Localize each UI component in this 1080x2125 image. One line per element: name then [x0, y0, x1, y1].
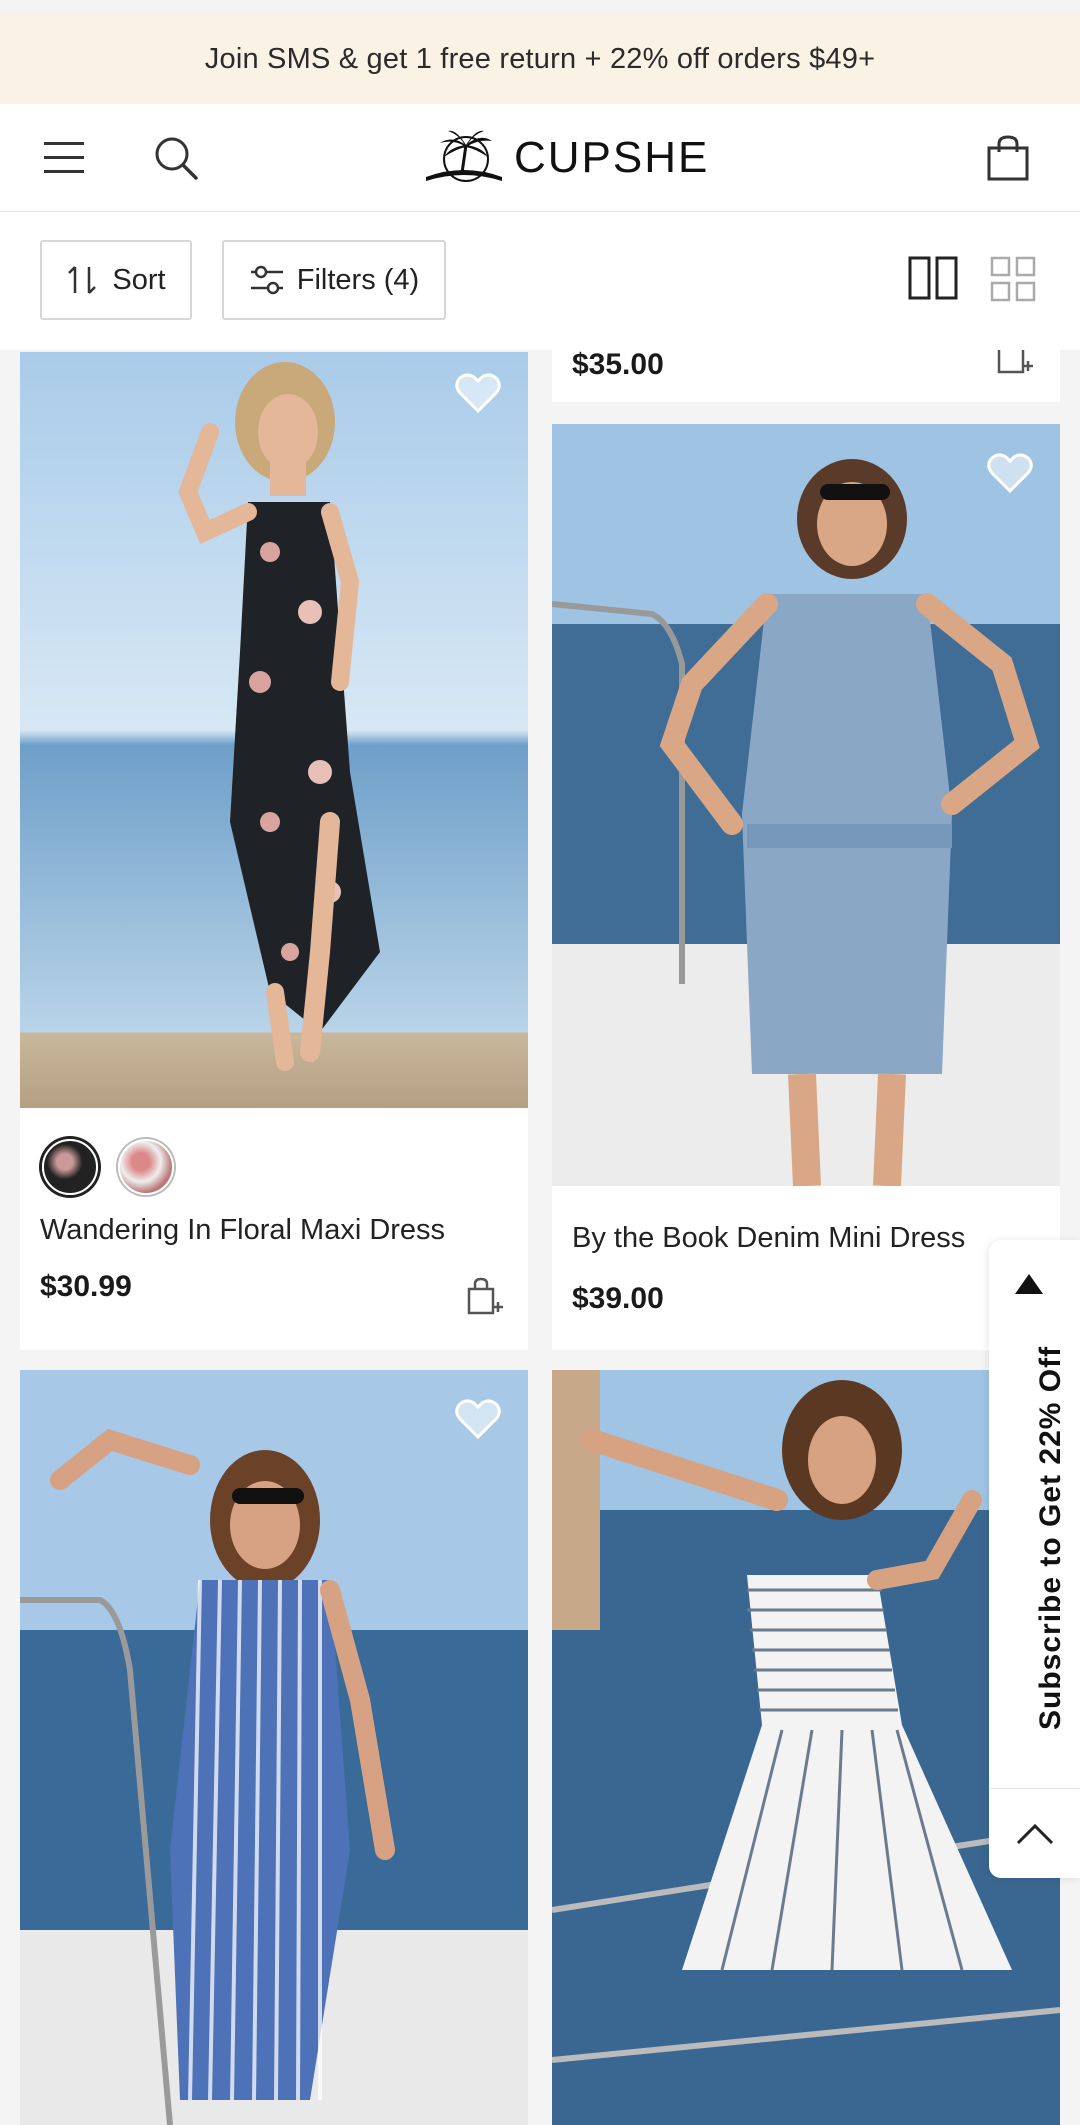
sort-icon: [68, 266, 97, 294]
filter-sliders-icon: [250, 265, 283, 295]
sort-label: Sort: [112, 263, 166, 296]
site-header: CUPSHE: [0, 104, 1080, 212]
two-column-view-icon[interactable]: [908, 256, 958, 306]
subscribe-tab-text: Subscribe to Get 22% Off: [1034, 1345, 1067, 1730]
wishlist-heart-icon[interactable]: [986, 452, 1034, 494]
promo-banner[interactable]: Join SMS & get 1 free return + 22% off o…: [0, 14, 1080, 104]
brand-logo[interactable]: CUPSHE: [422, 126, 709, 190]
color-swatch-light-floral[interactable]: [118, 1139, 174, 1195]
product-name[interactable]: By the Book Denim Mini Dress: [572, 1222, 965, 1255]
product-card[interactable]: Wandering In Floral Maxi Dress $30.99: [20, 352, 528, 1350]
subscribe-side-tab[interactable]: Subscribe to Get 22% Off: [989, 1240, 1080, 1788]
product-price: $39.00: [572, 1282, 664, 1315]
product-card[interactable]: [552, 1370, 1060, 2125]
product-card[interactable]: [20, 1370, 528, 2125]
product-price: $35.00: [572, 350, 664, 381]
four-grid-view-icon[interactable]: [990, 256, 1040, 306]
chevron-up-icon: [1016, 1823, 1053, 1844]
product-image[interactable]: [20, 1370, 528, 2125]
status-strip: [0, 0, 1080, 14]
collapse-arrow-icon[interactable]: [1015, 1274, 1043, 1294]
filters-button[interactable]: Filters (4): [222, 240, 446, 320]
brand-name: CUPSHE: [514, 133, 710, 182]
promo-text: Join SMS & get 1 free return + 22% off o…: [204, 42, 876, 75]
product-price: $30.99: [40, 1270, 132, 1303]
filter-toolbar: Sort Filters (4): [0, 212, 1080, 350]
product-image[interactable]: [552, 1370, 1060, 2125]
product-name[interactable]: Wandering In Floral Maxi Dress: [40, 1214, 445, 1247]
product-card[interactable]: By the Book Denim Mini Dress $39.00: [552, 424, 1060, 1350]
partial-product-card[interactable]: $35.00: [552, 350, 1060, 402]
wishlist-heart-icon[interactable]: [454, 372, 502, 414]
scroll-to-top-button[interactable]: [989, 1788, 1080, 1878]
sort-button[interactable]: Sort: [40, 240, 192, 320]
filters-label: Filters (4): [296, 263, 420, 296]
shopping-bag-icon[interactable]: [982, 132, 1034, 184]
add-to-bag-icon[interactable]: [466, 1277, 504, 1317]
search-icon[interactable]: [150, 132, 202, 184]
color-swatch-dark-floral[interactable]: [42, 1139, 98, 1195]
add-to-bag-icon[interactable]: [996, 350, 1034, 376]
palm-logo-icon: [426, 130, 502, 182]
product-image[interactable]: [552, 424, 1060, 1186]
product-image[interactable]: [20, 352, 528, 1108]
menu-icon[interactable]: [38, 132, 90, 184]
wishlist-heart-icon[interactable]: [454, 1398, 502, 1440]
